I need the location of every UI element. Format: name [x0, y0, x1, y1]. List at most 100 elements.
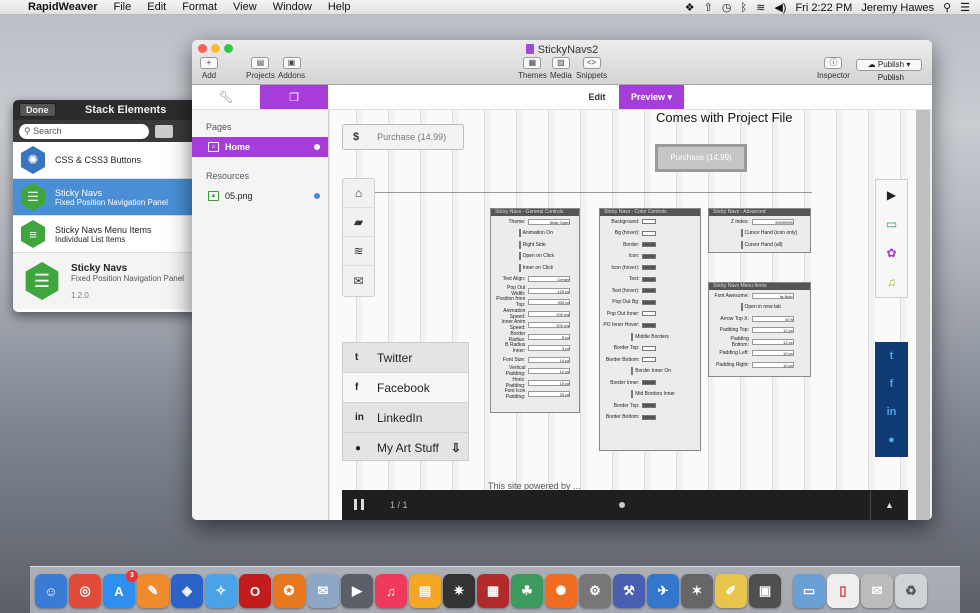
dashboard-icon[interactable]: ◈ [171, 574, 203, 608]
panel-row[interactable]: Bg (hover): [600, 228, 700, 240]
panel-row[interactable]: Inner on Click [491, 262, 579, 274]
color-swatch[interactable] [642, 288, 657, 294]
panel-row[interactable]: Icon (hover): [600, 262, 700, 274]
value-field[interactable]: 3 px [528, 345, 571, 352]
panel-row[interactable]: Border Bottom: [600, 354, 700, 366]
panel-row[interactable]: Font Size: 14 px [491, 354, 579, 366]
menu-item-twitter[interactable]: t Twitter [343, 343, 468, 373]
spotlight-icon[interactable]: ⚲ [943, 1, 951, 14]
value-field[interactable]: 14 px [528, 356, 571, 363]
mail-icon[interactable]: ✉ [307, 574, 339, 608]
value-field[interactable]: 25 px [528, 391, 571, 398]
panel-row[interactable]: Padding Bottom: 12 px [709, 336, 810, 348]
video-icon[interactable]: ▶ [876, 180, 907, 209]
notes-icon[interactable]: ✐ [715, 574, 747, 608]
laptop-icon[interactable]: ▭ [876, 209, 907, 238]
color-swatch[interactable] [642, 265, 657, 271]
time-machine-icon[interactable]: ◷ [722, 1, 732, 14]
panel-row[interactable]: Border Top: [600, 400, 700, 412]
checkbox[interactable] [740, 229, 743, 238]
opera-icon[interactable]: O [239, 574, 271, 608]
checkbox[interactable] [740, 303, 743, 312]
color-swatch[interactable] [642, 299, 657, 305]
panel-row[interactable]: Open on Click [491, 251, 579, 263]
color-swatch[interactable] [642, 403, 657, 409]
menu-item-art[interactable]: ● My Art Stuff ⇩ [343, 433, 468, 463]
color-swatch[interactable] [642, 219, 657, 225]
finder-icon[interactable]: ☺ [35, 574, 67, 608]
panel-row[interactable]: Cursor Hand (icon only) [709, 228, 810, 240]
panel-row[interactable]: Text Align: Center [491, 274, 579, 286]
gear-icon[interactable]: ✿ [876, 238, 907, 267]
value-field[interactable]: 12 px [528, 368, 571, 375]
view-toggle[interactable] [155, 124, 173, 138]
purchase-button-center[interactable]: Purchase (14.99) [655, 144, 747, 172]
checkbox[interactable] [518, 263, 521, 272]
ibooks-icon[interactable]: ▤ [409, 574, 441, 608]
panel-row[interactable]: Vertical Padding: 12 px [491, 365, 579, 377]
preview-app-icon[interactable]: ✈ [647, 574, 679, 608]
wifi-icon[interactable]: ≋ [756, 1, 765, 14]
preview-tab[interactable]: Preview ▾ [619, 85, 684, 109]
color-swatch[interactable] [642, 380, 657, 386]
value-field[interactable]: 99999999 [751, 218, 794, 225]
color-swatch[interactable] [642, 253, 657, 259]
color-swatch[interactable] [642, 414, 657, 420]
dropbox-icon[interactable]: ❖ [685, 1, 695, 14]
panel-row[interactable]: Font Icon Padding: 25 px [491, 388, 579, 400]
xcode-icon[interactable]: ⚒ [613, 574, 645, 608]
twitter-icon[interactable]: t [875, 342, 908, 370]
activity-monitor-icon[interactable]: ▣ [749, 574, 781, 608]
value-field[interactable]: 300 px [528, 299, 571, 306]
checkbox[interactable] [740, 240, 743, 249]
photo-booth-icon[interactable]: ▦ [477, 574, 509, 608]
value-field[interactable]: 120 px [528, 287, 571, 294]
menu-view[interactable]: View [225, 1, 265, 13]
panel-row[interactable]: Open in new tab [709, 302, 810, 314]
panel-row[interactable]: Padding Top: 12 px [709, 325, 810, 337]
home-icon[interactable]: ⌂ [343, 179, 374, 208]
search-input[interactable]: ⚲ Search [19, 123, 149, 139]
menu-item-facebook[interactable]: f Facebook [343, 373, 468, 403]
color-swatch[interactable] [642, 357, 657, 363]
panel-row[interactable]: Cursor Hand (all) [709, 239, 810, 251]
menu-file[interactable]: File [106, 1, 140, 13]
menu-format[interactable]: Format [174, 1, 225, 13]
panel-row[interactable]: Border Radius: 5 px [491, 331, 579, 343]
value-field[interactable]: Slide Open [528, 218, 571, 225]
checkbox[interactable] [631, 367, 634, 376]
color-swatch[interactable] [642, 242, 657, 248]
menu-item-linkedin[interactable]: in LinkedIn [343, 403, 468, 433]
checkbox[interactable] [631, 390, 634, 399]
value-field[interactable]: 200 ms [528, 310, 571, 317]
value-field[interactable]: 5 px [528, 333, 571, 340]
publish-dropdown[interactable]: ☁ Publish ▾ [856, 59, 922, 71]
panel-row[interactable]: Text (hover): [600, 285, 700, 297]
value-field[interactable]: 12 px [751, 338, 794, 345]
volume-icon[interactable]: ◀) [774, 1, 786, 14]
tools-tab[interactable]: 🔧︎ [192, 85, 260, 109]
list-icon[interactable]: ☰ [960, 1, 970, 14]
menu-help[interactable]: Help [320, 1, 359, 13]
mail-icon[interactable]: ✉ [343, 266, 374, 295]
rss-icon[interactable]: ≋ [343, 237, 374, 266]
color-swatch[interactable] [642, 311, 657, 317]
safari-icon[interactable]: ✧ [205, 574, 237, 608]
panel-row[interactable]: Theme: Slide Open [491, 216, 579, 228]
panel-row[interactable]: Z Index: 99999999 [709, 216, 810, 228]
snippets-button[interactable]: <> Snippets [576, 57, 607, 80]
panel-row[interactable]: PO Inner Hover: [600, 320, 700, 332]
trash-icon[interactable]: ♻ [895, 574, 927, 608]
pdf-document-icon[interactable]: ▯ [827, 574, 859, 608]
scrollbar[interactable] [916, 110, 930, 520]
themes-button[interactable]: ▦ Themes [518, 57, 547, 80]
stack-item-selected[interactable]: ☰ Sticky Navs Fixed Position Navigation P… [13, 179, 198, 216]
panel-row[interactable]: Horiz. Padding: 15 px [491, 377, 579, 389]
sidebar-item-home[interactable]: ⌂ Home [192, 137, 328, 157]
panel-row[interactable]: Position from Top: 300 px [491, 296, 579, 308]
firefox-icon[interactable]: ✪ [273, 574, 305, 608]
media-button[interactable]: ▨ Media [550, 57, 572, 80]
launchpad-icon[interactable]: ✶ [681, 574, 713, 608]
scroll-up-button[interactable]: ▲ [870, 490, 908, 520]
imovie-icon[interactable]: ✷ [443, 574, 475, 608]
